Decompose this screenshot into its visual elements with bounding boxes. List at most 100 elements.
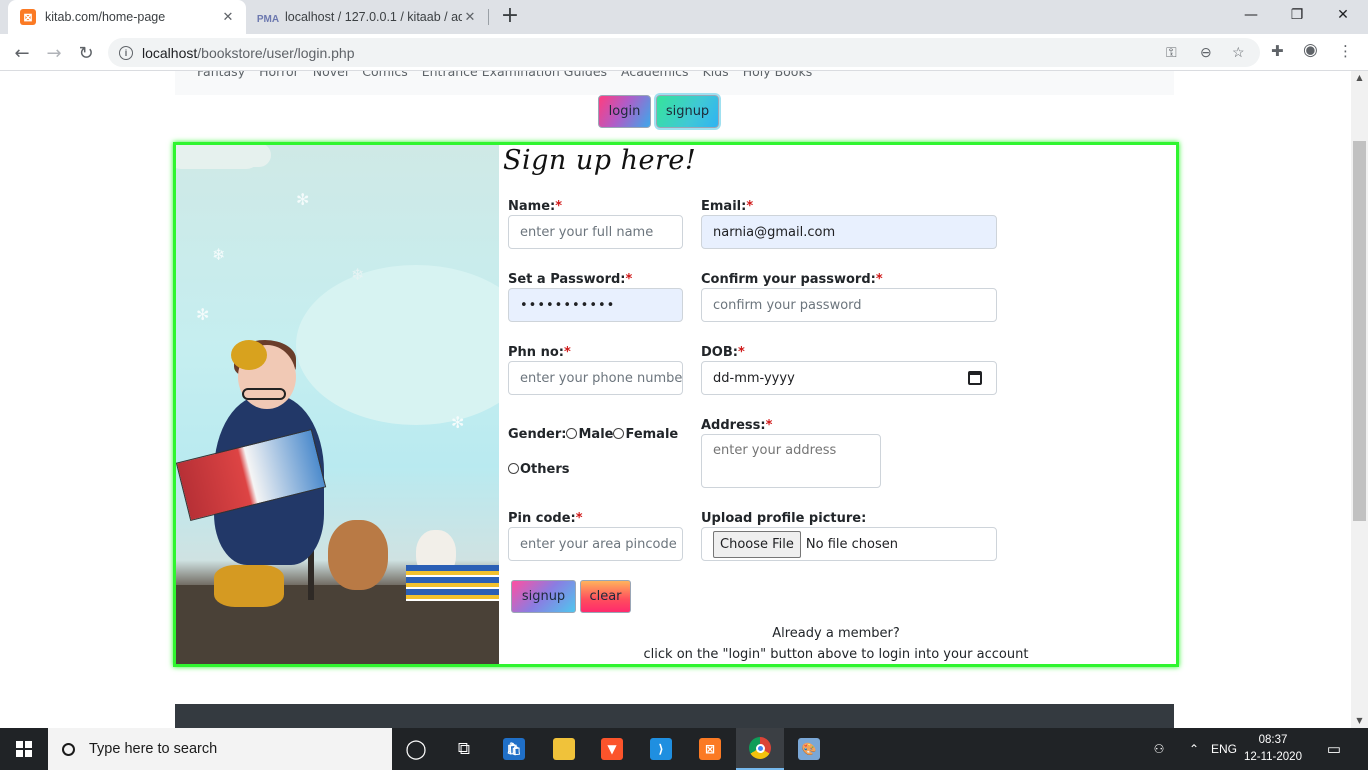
nav-link-academics[interactable]: Academics (621, 71, 689, 79)
cortana-button[interactable]: ◯ (392, 728, 440, 770)
scrollbar-thumb[interactable] (1353, 141, 1366, 521)
windows-taskbar: Type here to search ◯ ⧉ 🛍 ▼ ⟩ ⊠ 🎨 ⚇ ⌃ EN… (0, 728, 1368, 770)
reload-icon: ↻ (78, 42, 94, 64)
reload-button[interactable]: ↻ (72, 39, 100, 67)
start-button[interactable] (0, 728, 48, 770)
back-button[interactable]: ← (8, 39, 36, 67)
phone-input[interactable]: enter your phone number (508, 361, 683, 395)
radio-female[interactable] (613, 428, 625, 439)
page-scrollbar[interactable]: ▲ ▼ (1351, 71, 1368, 728)
store-app[interactable]: 🛍 (490, 728, 538, 770)
url-host: localhost (142, 44, 198, 61)
nav-link-comics[interactable]: Comics (362, 71, 407, 79)
tab-phpmyadmin[interactable]: PMA localhost / 127.0.0.1 / kitaab / adr… (248, 0, 488, 34)
taskbar-search-placeholder: Type here to search (89, 741, 218, 757)
password-label: Set a Password:* (508, 272, 633, 287)
forward-button[interactable]: → (40, 39, 68, 67)
paint-app[interactable]: 🎨 (785, 728, 833, 770)
dob-input[interactable]: dd-mm-yyyy (701, 361, 997, 395)
forward-arrow-icon: → (46, 42, 62, 64)
xampp-app[interactable]: ⊠ (686, 728, 734, 770)
file-explorer-app[interactable] (540, 728, 588, 770)
radio-others[interactable] (508, 463, 519, 474)
task-view-button[interactable]: ⧉ (440, 728, 488, 770)
chrome-app[interactable] (736, 728, 784, 770)
close-window-button[interactable]: ✕ (1320, 0, 1366, 30)
restore-button[interactable]: ❐ (1274, 0, 1320, 30)
phpmyadmin-icon: PMA (256, 14, 280, 25)
login-hint: click on the "login" button above to log… (643, 647, 1029, 662)
profile-avatar-icon[interactable]: ◉ (1303, 40, 1318, 60)
snowflake-icon: ❄ (351, 265, 365, 284)
nav-link-holy-books[interactable]: Holy Books (743, 71, 813, 79)
confirm-password-label: Confirm your password:* (701, 272, 883, 287)
paint-palette-icon: 🎨 (798, 738, 820, 760)
gender-label: Gender: (508, 427, 567, 442)
confirm-password-input[interactable]: confirm your password (701, 288, 997, 322)
signup-toggle-button[interactable]: signup (656, 95, 719, 128)
browser-toolbar: ← → ↻ i localhost/bookstore/user/login.p… (0, 34, 1368, 71)
url-path: /bookstore/user/login.php (197, 44, 355, 61)
hill-shape (296, 265, 499, 425)
clock-date: 12-11-2020 (1244, 751, 1302, 763)
email-input[interactable]: narnia@gmail.com (701, 215, 997, 249)
nav-link-fantasy[interactable]: Fantasy (197, 71, 245, 79)
taskbar-clock[interactable]: 08:37 12-11-2020 (1240, 732, 1306, 766)
vscode-icon: ⟩ (650, 738, 672, 760)
show-hidden-icons-chevron-icon[interactable]: ⌃ (1184, 728, 1204, 770)
chrome-icon (749, 737, 771, 759)
address-bar[interactable]: i localhost/bookstore/user/login.php ⚿ ⊖… (108, 38, 1260, 67)
people-icon[interactable]: ⚇ (1148, 728, 1170, 770)
new-tab-button[interactable]: + (498, 5, 522, 29)
xampp-icon: ⊠ (699, 738, 721, 760)
nav-link-novel[interactable]: Novel (313, 71, 349, 79)
menu-kebab-icon[interactable]: ⋮ (1338, 42, 1353, 60)
nav-link-entrance-guides[interactable]: Entrance Examination Guides (422, 71, 607, 79)
pincode-input[interactable]: enter your area pincode (508, 527, 683, 561)
signup-submit-button[interactable]: signup (511, 580, 576, 613)
minimize-button[interactable]: — (1228, 0, 1274, 30)
site-info-icon[interactable]: i (119, 45, 133, 60)
book-stack (406, 565, 499, 601)
cloud-shape (216, 145, 271, 167)
browser-tab-strip: ⊠ kitab.com/home-page ✕ PMA localhost / … (0, 0, 1368, 34)
gender-group: Gender: Male Female (508, 427, 678, 442)
bookmark-star-icon[interactable]: ☆ (1232, 44, 1245, 61)
zoom-icon[interactable]: ⊖ (1200, 44, 1212, 61)
login-toggle-button[interactable]: login (598, 95, 651, 128)
scroll-up-arrow-icon[interactable]: ▲ (1351, 71, 1368, 85)
password-input[interactable]: ••••••••••• (508, 288, 683, 322)
folder-icon (553, 738, 575, 760)
snowflake-icon: ✻ (296, 190, 310, 209)
clear-button[interactable]: clear (580, 580, 631, 613)
brave-app[interactable]: ▼ (588, 728, 636, 770)
profile-picture-input[interactable]: Choose File No file chosen (701, 527, 997, 561)
taskbar-search-box[interactable]: Type here to search (48, 728, 392, 770)
nav-link-horror[interactable]: Horror (259, 71, 299, 79)
signup-title: Sign up here! (503, 145, 697, 176)
xampp-icon: ⊠ (20, 9, 36, 25)
scroll-down-arrow-icon[interactable]: ▼ (1351, 714, 1368, 728)
close-tab-icon[interactable]: ✕ (220, 9, 236, 25)
kids-reading-illustration: ✻ ❄ ✻ ✻ ❄ (176, 145, 499, 664)
hair-bow (231, 340, 267, 370)
calendar-icon[interactable] (968, 371, 982, 385)
language-indicator[interactable]: ENG (1208, 728, 1240, 770)
choose-file-button[interactable]: Choose File (713, 530, 801, 558)
extensions-icon[interactable]: ✚ (1271, 42, 1284, 60)
key-icon[interactable]: ⚿ (1166, 44, 1177, 61)
task-view-icon: ⧉ (457, 739, 471, 759)
name-input[interactable]: enter your full name (508, 215, 683, 249)
file-status: No file chosen (805, 536, 898, 552)
tab-kitab-home[interactable]: ⊠ kitab.com/home-page ✕ (8, 0, 246, 34)
snowflake-icon: ❄ (212, 245, 226, 264)
vscode-app[interactable]: ⟩ (637, 728, 685, 770)
notification-center-icon[interactable]: ▭ (1318, 728, 1350, 770)
gender-others-label: Others (520, 462, 570, 477)
member-note: Already a member? (772, 626, 900, 641)
radio-male[interactable] (566, 428, 578, 439)
close-tab-icon[interactable]: ✕ (462, 9, 478, 25)
nav-link-kids[interactable]: Kids (703, 71, 729, 79)
address-label: Address:* (701, 418, 773, 433)
address-textarea[interactable] (701, 434, 881, 488)
